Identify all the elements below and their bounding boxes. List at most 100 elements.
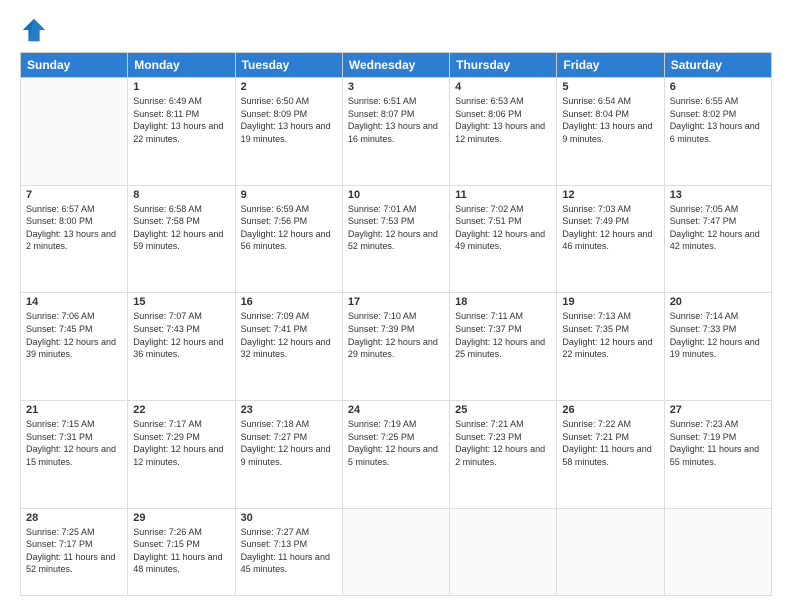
- day-number: 10: [348, 189, 444, 201]
- calendar-week-row: 21 Sunrise: 7:15 AMSunset: 7:31 PMDayligh…: [21, 400, 772, 508]
- day-number: 12: [562, 189, 658, 201]
- day-info: Sunrise: 6:59 AMSunset: 7:56 PMDaylight:…: [241, 203, 337, 253]
- day-number: 28: [26, 512, 122, 524]
- calendar-cell: 4 Sunrise: 6:53 AMSunset: 8:06 PMDaylight…: [450, 78, 557, 186]
- day-number: 19: [562, 296, 658, 308]
- day-info: Sunrise: 7:15 AMSunset: 7:31 PMDaylight:…: [26, 418, 122, 468]
- logo: [20, 16, 52, 44]
- day-number: 15: [133, 296, 229, 308]
- day-number: 9: [241, 189, 337, 201]
- calendar-cell: [342, 508, 449, 595]
- day-info: Sunrise: 7:22 AMSunset: 7:21 PMDaylight:…: [562, 418, 658, 468]
- day-info: Sunrise: 7:27 AMSunset: 7:13 PMDaylight:…: [241, 526, 337, 576]
- day-info: Sunrise: 7:01 AMSunset: 7:53 PMDaylight:…: [348, 203, 444, 253]
- calendar-cell: 27 Sunrise: 7:23 AMSunset: 7:19 PMDayligh…: [664, 400, 771, 508]
- day-info: Sunrise: 7:10 AMSunset: 7:39 PMDaylight:…: [348, 310, 444, 360]
- weekday-header: Sunday: [21, 53, 128, 78]
- calendar-cell: 20 Sunrise: 7:14 AMSunset: 7:33 PMDayligh…: [664, 293, 771, 401]
- weekday-header: Tuesday: [235, 53, 342, 78]
- day-number: 24: [348, 404, 444, 416]
- calendar-cell: 21 Sunrise: 7:15 AMSunset: 7:31 PMDayligh…: [21, 400, 128, 508]
- day-number: 27: [670, 404, 766, 416]
- header: [20, 16, 772, 44]
- day-number: 4: [455, 81, 551, 93]
- day-info: Sunrise: 7:18 AMSunset: 7:27 PMDaylight:…: [241, 418, 337, 468]
- calendar-cell: 19Sunrise: 7:13 AMSunset: 7:35 PMDayligh…: [557, 293, 664, 401]
- day-info: Sunrise: 7:11 AMSunset: 7:37 PMDaylight:…: [455, 310, 551, 360]
- calendar-cell: 24 Sunrise: 7:19 AMSunset: 7:25 PMDayligh…: [342, 400, 449, 508]
- calendar: SundayMondayTuesdayWednesdayThursdayFrid…: [20, 52, 772, 596]
- calendar-cell: [450, 508, 557, 595]
- calendar-cell: 5 Sunrise: 6:54 AMSunset: 8:04 PMDaylight…: [557, 78, 664, 186]
- calendar-cell: 2 Sunrise: 6:50 AMSunset: 8:09 PMDaylight…: [235, 78, 342, 186]
- calendar-cell: 23 Sunrise: 7:18 AMSunset: 7:27 PMDayligh…: [235, 400, 342, 508]
- day-number: 1: [133, 81, 229, 93]
- day-info: Sunrise: 6:58 AMSunset: 7:58 PMDaylight:…: [133, 203, 229, 253]
- day-number: 6: [670, 81, 766, 93]
- day-info: Sunrise: 6:53 AMSunset: 8:06 PMDaylight:…: [455, 95, 551, 145]
- day-info: Sunrise: 7:03 AMSunset: 7:49 PMDaylight:…: [562, 203, 658, 253]
- day-info: Sunrise: 6:57 AMSunset: 8:00 PMDaylight:…: [26, 203, 122, 253]
- calendar-cell: 18 Sunrise: 7:11 AMSunset: 7:37 PMDayligh…: [450, 293, 557, 401]
- day-info: Sunrise: 7:26 AMSunset: 7:15 PMDaylight:…: [133, 526, 229, 576]
- day-number: 26: [562, 404, 658, 416]
- calendar-cell: 10 Sunrise: 7:01 AMSunset: 7:53 PMDayligh…: [342, 185, 449, 293]
- weekday-header: Thursday: [450, 53, 557, 78]
- day-info: Sunrise: 7:21 AMSunset: 7:23 PMDaylight:…: [455, 418, 551, 468]
- day-number: 3: [348, 81, 444, 93]
- logo-icon: [20, 16, 48, 44]
- calendar-cell: 25 Sunrise: 7:21 AMSunset: 7:23 PMDayligh…: [450, 400, 557, 508]
- calendar-cell: 16Sunrise: 7:09 AMSunset: 7:41 PMDayligh…: [235, 293, 342, 401]
- day-info: Sunrise: 7:23 AMSunset: 7:19 PMDaylight:…: [670, 418, 766, 468]
- calendar-cell: 11 Sunrise: 7:02 AMSunset: 7:51 PMDayligh…: [450, 185, 557, 293]
- day-info: Sunrise: 7:17 AMSunset: 7:29 PMDaylight:…: [133, 418, 229, 468]
- day-number: 30: [241, 512, 337, 524]
- day-number: 5: [562, 81, 658, 93]
- weekday-header: Monday: [128, 53, 235, 78]
- day-number: 23: [241, 404, 337, 416]
- calendar-cell: 12 Sunrise: 7:03 AMSunset: 7:49 PMDayligh…: [557, 185, 664, 293]
- calendar-cell: 30 Sunrise: 7:27 AMSunset: 7:13 PMDayligh…: [235, 508, 342, 595]
- day-number: 7: [26, 189, 122, 201]
- calendar-cell: 6Sunrise: 6:55 AMSunset: 8:02 PMDaylight…: [664, 78, 771, 186]
- day-number: 20: [670, 296, 766, 308]
- day-info: Sunrise: 7:02 AMSunset: 7:51 PMDaylight:…: [455, 203, 551, 253]
- day-number: 18: [455, 296, 551, 308]
- day-info: Sunrise: 6:51 AMSunset: 8:07 PMDaylight:…: [348, 95, 444, 145]
- day-info: Sunrise: 7:06 AMSunset: 7:45 PMDaylight:…: [26, 310, 122, 360]
- calendar-week-row: 28 Sunrise: 7:25 AMSunset: 7:17 PMDayligh…: [21, 508, 772, 595]
- day-info: Sunrise: 6:54 AMSunset: 8:04 PMDaylight:…: [562, 95, 658, 145]
- day-number: 8: [133, 189, 229, 201]
- day-info: Sunrise: 7:19 AMSunset: 7:25 PMDaylight:…: [348, 418, 444, 468]
- calendar-cell: 15Sunrise: 7:07 AMSunset: 7:43 PMDayligh…: [128, 293, 235, 401]
- calendar-cell: 13 Sunrise: 7:05 AMSunset: 7:47 PMDayligh…: [664, 185, 771, 293]
- day-number: 2: [241, 81, 337, 93]
- calendar-cell: 14 Sunrise: 7:06 AMSunset: 7:45 PMDayligh…: [21, 293, 128, 401]
- calendar-cell: [664, 508, 771, 595]
- calendar-week-row: 1Sunrise: 6:49 AMSunset: 8:11 PMDaylight…: [21, 78, 772, 186]
- calendar-cell: [557, 508, 664, 595]
- day-number: 14: [26, 296, 122, 308]
- day-number: 11: [455, 189, 551, 201]
- day-info: Sunrise: 7:14 AMSunset: 7:33 PMDaylight:…: [670, 310, 766, 360]
- day-number: 25: [455, 404, 551, 416]
- calendar-cell: 29Sunrise: 7:26 AMSunset: 7:15 PMDayligh…: [128, 508, 235, 595]
- weekday-header-row: SundayMondayTuesdayWednesdayThursdayFrid…: [21, 53, 772, 78]
- calendar-cell: 17 Sunrise: 7:10 AMSunset: 7:39 PMDayligh…: [342, 293, 449, 401]
- calendar-week-row: 14 Sunrise: 7:06 AMSunset: 7:45 PMDayligh…: [21, 293, 772, 401]
- calendar-cell: 9 Sunrise: 6:59 AMSunset: 7:56 PMDaylight…: [235, 185, 342, 293]
- day-number: 17: [348, 296, 444, 308]
- calendar-cell: 22Sunrise: 7:17 AMSunset: 7:29 PMDayligh…: [128, 400, 235, 508]
- day-info: Sunrise: 6:50 AMSunset: 8:09 PMDaylight:…: [241, 95, 337, 145]
- day-number: 13: [670, 189, 766, 201]
- calendar-cell: 3 Sunrise: 6:51 AMSunset: 8:07 PMDaylight…: [342, 78, 449, 186]
- weekday-header: Wednesday: [342, 53, 449, 78]
- page: SundayMondayTuesdayWednesdayThursdayFrid…: [0, 0, 792, 612]
- weekday-header: Saturday: [664, 53, 771, 78]
- calendar-week-row: 7 Sunrise: 6:57 AMSunset: 8:00 PMDaylight…: [21, 185, 772, 293]
- calendar-cell: 26 Sunrise: 7:22 AMSunset: 7:21 PMDayligh…: [557, 400, 664, 508]
- day-info: Sunrise: 7:05 AMSunset: 7:47 PMDaylight:…: [670, 203, 766, 253]
- day-info: Sunrise: 7:25 AMSunset: 7:17 PMDaylight:…: [26, 526, 122, 576]
- day-number: 21: [26, 404, 122, 416]
- calendar-cell: 28 Sunrise: 7:25 AMSunset: 7:17 PMDayligh…: [21, 508, 128, 595]
